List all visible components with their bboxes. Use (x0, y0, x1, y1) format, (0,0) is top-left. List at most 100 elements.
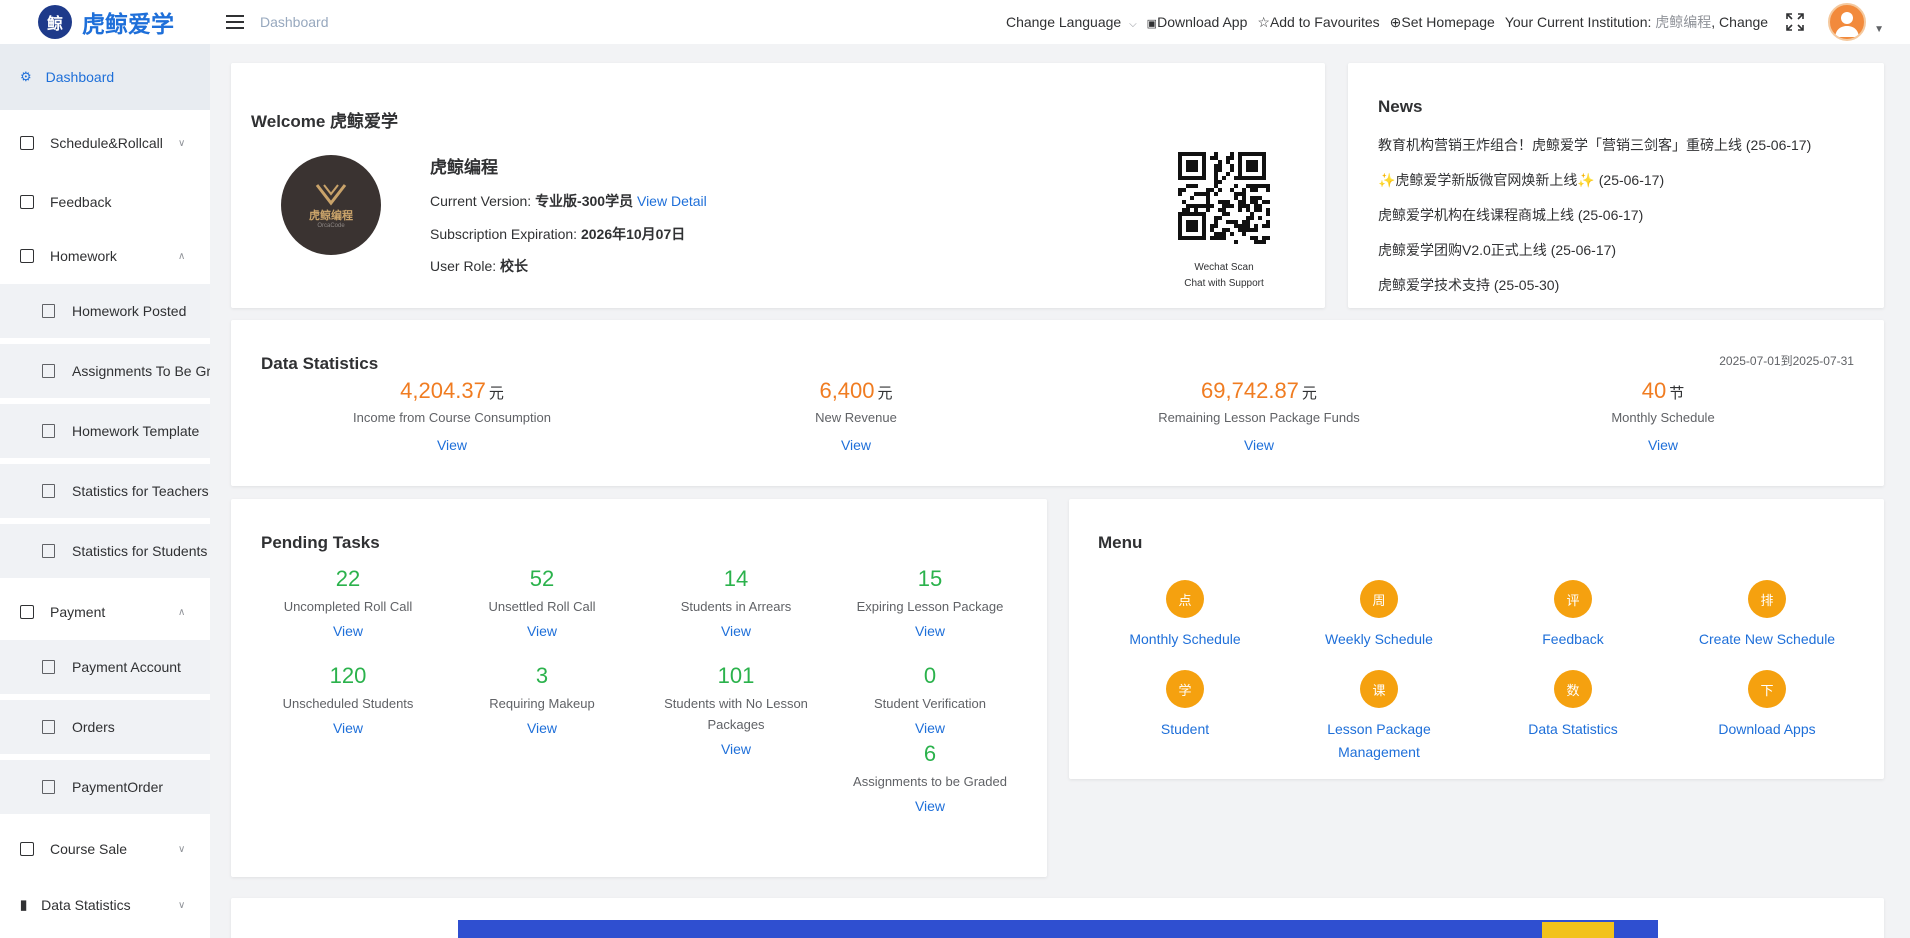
edit-icon (20, 195, 34, 209)
qr-code[interactable] (1178, 152, 1270, 244)
view-link[interactable]: View (641, 623, 831, 639)
view-link[interactable]: View (322, 437, 582, 453)
data-statistics-card: Data Statistics 2025-07-01到2025-07-31 4,… (231, 320, 1884, 486)
stat-new-revenue: 6,400 元 New Revenue View (726, 378, 986, 453)
stat-income: 4,204.37 元 Income from Course Consumption… (322, 378, 582, 453)
menu-title: Menu (1098, 533, 1143, 552)
set-homepage-link[interactable]: ⊕Set Homepage (1390, 14, 1495, 31)
caret-down-icon[interactable]: ▼ (1874, 24, 1884, 35)
chevron-down-icon: ⌵ (1129, 19, 1137, 30)
bar-chart-icon: ▮ (20, 897, 28, 912)
news-title: News (1378, 97, 1423, 116)
view-detail-link[interactable]: View Detail (637, 193, 707, 209)
sidebar-item-data-statistics[interactable]: ▮ Data Statistics ∨ (0, 878, 210, 932)
app-name: 虎鲸爱学 (82, 11, 174, 37)
sidebar-item-homework[interactable]: Homework ∧ (0, 228, 210, 284)
sidebar-item-course-sale[interactable]: Course Sale ∨ (0, 820, 210, 878)
news-item[interactable]: 教育机构营销王炸组合！虎鲸爱学「营销三剑客」重磅上线 (25-06-17) (1378, 135, 1811, 155)
news-item[interactable]: ✨虎鲸爱学新版微官网焕新上线✨ (25-06-17) (1378, 170, 1811, 190)
banner-badge (1542, 922, 1614, 938)
sidebar-item-payment-order[interactable]: PaymentOrder (0, 760, 210, 814)
org-logo: 虎鲸编程 OrcaCode (281, 155, 381, 255)
sidebar-item-stats-teachers[interactable]: Statistics for Teachers (0, 464, 210, 518)
sidebar-item-schedule[interactable]: Schedule&Rollcall ∨ (0, 110, 210, 176)
menu-item-create-schedule[interactable]: 排 Create New Schedule (1672, 580, 1862, 651)
document-icon (42, 304, 55, 318)
sidebar-item-orders[interactable]: Orders (0, 700, 210, 754)
sidebar-item-feedback[interactable]: Feedback (0, 176, 210, 228)
view-link[interactable]: View (1129, 437, 1389, 453)
news-card: News 教育机构营销王炸组合！虎鲸爱学「营销三剑客」重磅上线 (25-06-1… (1348, 63, 1884, 308)
document-icon (20, 249, 34, 263)
chevron-down-icon: ∨ (178, 843, 186, 855)
news-item[interactable]: 虎鲸爱学机构在线课程商城上线 (25-06-17) (1378, 205, 1811, 225)
sidebar-item-payment[interactable]: Payment ∧ (0, 584, 210, 640)
institution-switcher[interactable]: Your Current Institution: 虎鲸编程, Change (1505, 12, 1768, 32)
view-link[interactable]: View (1533, 437, 1793, 453)
breadcrumb[interactable]: Dashboard (260, 14, 329, 30)
add-favourites-link[interactable]: ☆Add to Favourites (1257, 14, 1379, 31)
view-link[interactable]: View (447, 720, 637, 736)
view-link[interactable]: View (835, 798, 1025, 814)
star-icon: ☆ (1257, 13, 1270, 30)
stats-title: Data Statistics (261, 354, 379, 373)
sidebar-item-payment-account[interactable]: Payment Account (0, 640, 210, 694)
view-link[interactable]: View (726, 437, 986, 453)
task-assignments-to-grade: 6 Assignments to be Graded View (835, 741, 1025, 814)
stat-remaining-funds: 69,742.87 元 Remaining Lesson Package Fund… (1129, 378, 1389, 453)
menu-card: Menu 点 Monthly Schedule 周 Weekly Schedule … (1069, 499, 1884, 779)
sidebar-item-assignments[interactable]: Assignments To Be Graded (0, 344, 210, 398)
view-link[interactable]: View (447, 623, 637, 639)
calendar-icon: 点 (1166, 580, 1204, 618)
app-logo[interactable]: 鲸 虎鲸爱学 (0, 5, 210, 39)
menu-item-data-statistics[interactable]: 数 Data Statistics (1478, 670, 1668, 741)
view-link[interactable]: View (835, 720, 1025, 736)
chevron-up-icon: ∧ (178, 250, 186, 262)
fullscreen-icon[interactable] (1786, 13, 1804, 31)
task-requiring-makeup: 3 Requiring Makeup View (447, 663, 637, 736)
sidebar-item-homework-posted[interactable]: Homework Posted (0, 284, 210, 338)
download-icon: 下 (1748, 670, 1786, 708)
news-item[interactable]: 虎鲸爱学团购V2.0正式上线 (25-06-17) (1378, 240, 1811, 260)
view-link[interactable]: View (835, 623, 1025, 639)
task-unsettled-roll-call: 52 Unsettled Roll Call View (447, 566, 637, 639)
news-item[interactable]: 虎鲸爱学技术支持 (25-05-30) (1378, 275, 1811, 295)
expiry-row: Subscription Expiration: 2026年10月07日 (430, 226, 686, 242)
banner-card (231, 898, 1884, 938)
menu-item-weekly-schedule[interactable]: 周 Weekly Schedule (1284, 580, 1474, 651)
shopping-bag-icon (20, 842, 34, 856)
task-students-in-arrears: 14 Students in Arrears View (641, 566, 831, 639)
header-actions: Change Language ⌵ ▣Download App ☆Add to … (996, 0, 1884, 44)
chevron-down-icon: ∨ (178, 899, 186, 911)
schedule-icon: 排 (1748, 580, 1786, 618)
view-link[interactable]: View (641, 741, 831, 757)
edit-icon (42, 364, 55, 378)
view-link[interactable]: View (253, 720, 443, 736)
view-link[interactable]: View (253, 623, 443, 639)
download-app-link[interactable]: ▣Download App (1147, 14, 1248, 30)
card-icon (42, 660, 55, 674)
logo-icon: 鲸 (38, 5, 72, 39)
book-icon (42, 424, 55, 438)
org-name: 虎鲸编程 (430, 158, 498, 177)
sidebar-item-homework-template[interactable]: Homework Template (0, 404, 210, 458)
version-row: Current Version: 专业版-300学员 View Detail (430, 193, 707, 209)
menu-item-download-apps[interactable]: 下 Download Apps (1672, 670, 1862, 741)
calendar-icon (20, 136, 34, 150)
sidebar-item-stats-students[interactable]: Statistics for Students (0, 524, 210, 578)
welcome-title: Welcome 虎鲸爱学 (251, 112, 399, 131)
menu-item-monthly-schedule[interactable]: 点 Monthly Schedule (1090, 580, 1280, 651)
date-range: 2025-07-01到2025-07-31 (1719, 354, 1854, 368)
menu-item-feedback[interactable]: 评 Feedback (1478, 580, 1668, 651)
week-icon: 周 (1360, 580, 1398, 618)
promo-banner[interactable] (458, 920, 1658, 938)
role-row: User Role: 校长 (430, 258, 529, 274)
menu-toggle-icon[interactable] (226, 15, 244, 29)
avatar[interactable] (1828, 3, 1867, 41)
menu-item-student[interactable]: 学 Student (1090, 670, 1280, 741)
menu-item-lesson-package[interactable]: 课 Lesson Package Management (1284, 670, 1474, 764)
change-language-dropdown[interactable]: Change Language ⌵ (1006, 14, 1137, 30)
qr-caption: Wechat Scan Chat with Support (1184, 262, 1264, 289)
statistics-icon: 数 (1554, 670, 1592, 708)
sidebar-item-dashboard[interactable]: ⚙ Dashboard (0, 44, 210, 110)
